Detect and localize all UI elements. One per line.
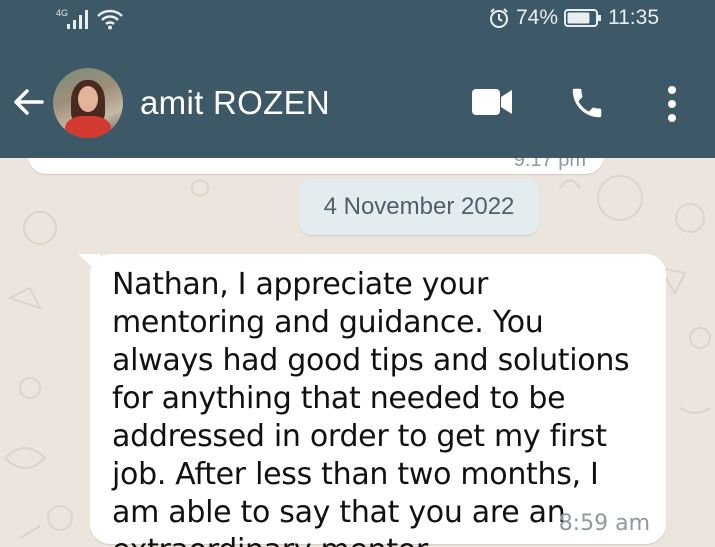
contact-name[interactable]: amit ROZEN [140, 84, 330, 122]
network-type: 4G [56, 8, 69, 18]
previous-message-bubble[interactable]: 9:17 pm [28, 158, 604, 174]
status-left: 4G [56, 6, 124, 30]
message-time: 8:59 am [558, 511, 650, 536]
back-arrow-icon[interactable] [10, 84, 46, 120]
battery-percent: 74% [515, 6, 558, 29]
chat-area[interactable]: 9:17 pm 4 November 2022 Nathan, I apprec… [0, 158, 715, 547]
avatar-body [65, 116, 111, 138]
voice-call-icon[interactable] [568, 84, 606, 122]
clock: 11:35 [608, 6, 659, 29]
status-bar: 4G 74% 11:35 [0, 0, 715, 38]
more-options-icon[interactable] [662, 84, 682, 124]
avatar[interactable] [53, 68, 123, 138]
signal-icon [67, 10, 89, 29]
previous-message-time: 9:17 pm [513, 158, 586, 171]
message-text: Nathan, I appreciate your mentoring and … [112, 267, 630, 547]
incoming-message-bubble[interactable]: Nathan, I appreciate your mentoring and … [90, 254, 666, 547]
wifi-icon [97, 9, 123, 30]
avatar-face [78, 86, 98, 112]
app-bar: amit ROZEN [0, 60, 715, 148]
status-right: 74% 11:35 [488, 6, 659, 30]
alarm-icon [489, 8, 508, 28]
video-call-icon[interactable] [470, 86, 514, 118]
chat-header: 4G 74% 11:35 amit ROZEN [0, 0, 715, 158]
battery-icon [564, 9, 601, 27]
date-divider: 4 November 2022 [299, 179, 539, 235]
